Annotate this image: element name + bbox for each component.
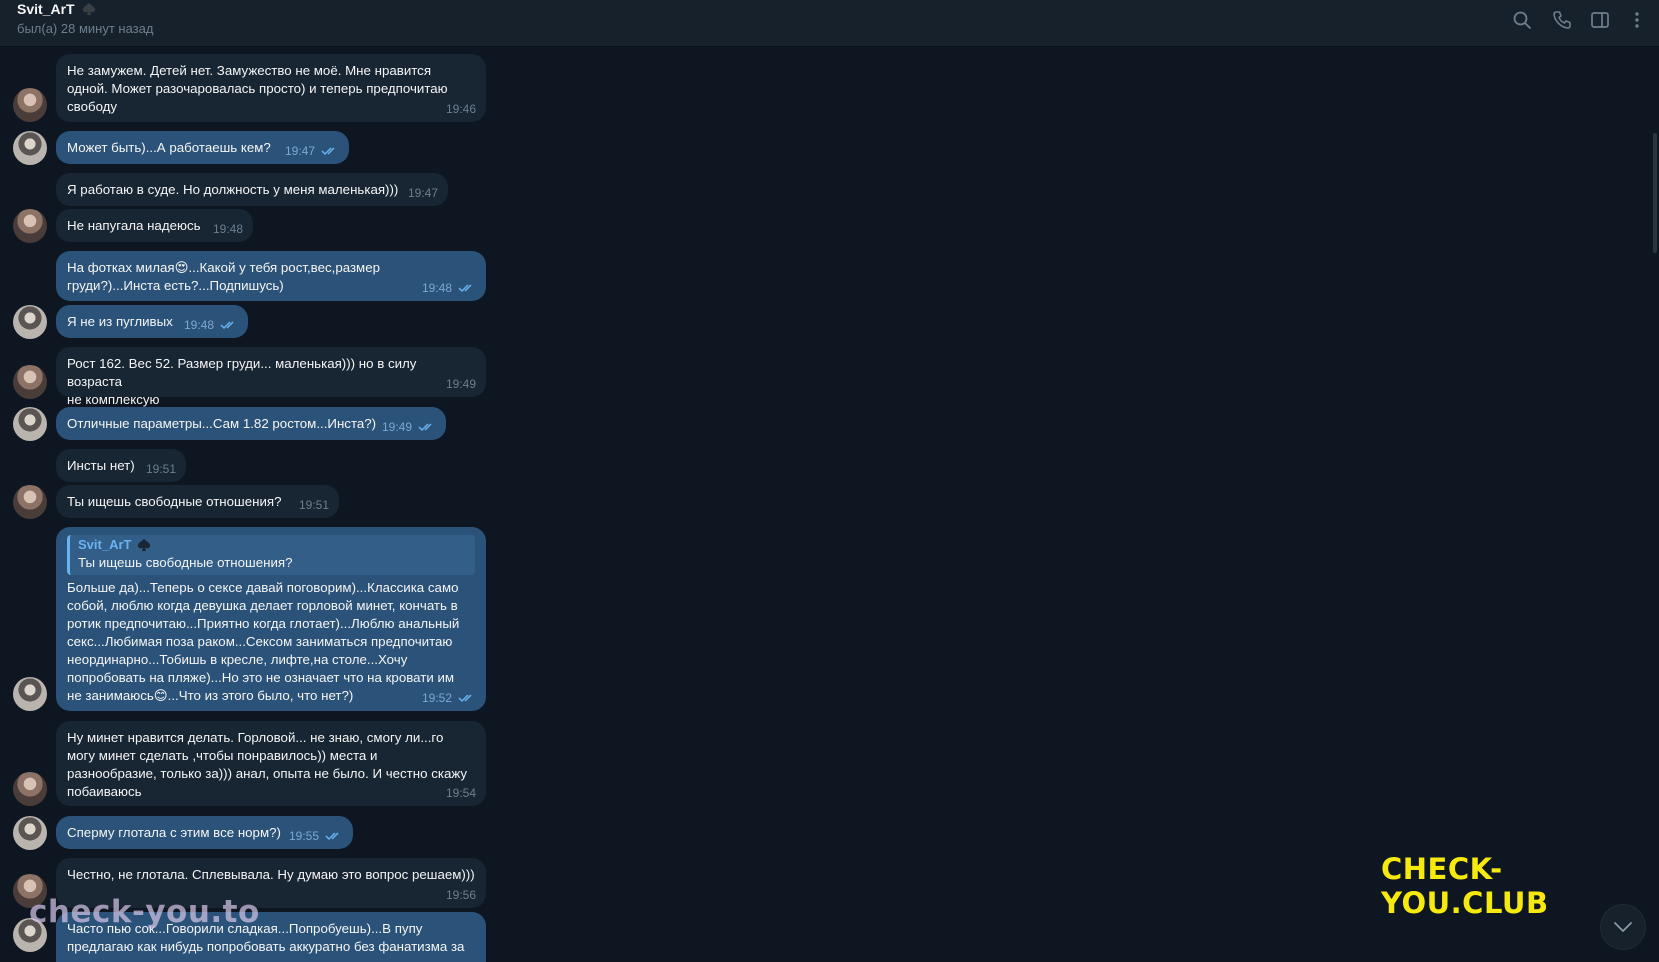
message-text: Ты ищешь свободные отношения? <box>67 494 282 509</box>
avatar[interactable] <box>13 485 47 519</box>
message-text: Отличные параметры...Сам 1.82 ростом...И… <box>67 416 377 431</box>
message-time: 19:48 <box>212 222 243 236</box>
message-time: 19:55 <box>288 829 319 843</box>
last-seen-status: был(а) 28 минут назад <box>17 21 154 36</box>
avatar[interactable] <box>13 407 47 441</box>
message-bubble-outgoing[interactable]: На фотках милая😍...Какой у тебя рост,вес… <box>56 251 486 301</box>
message-bubble-outgoing[interactable]: Svit_ArT Ты ищешь свободные отношения? Б… <box>56 527 486 711</box>
message-text: Ну минет нравится делать. Горловой... не… <box>67 730 468 799</box>
message-text: Больше да)...Теперь о сексе давай погово… <box>67 580 460 703</box>
message-time: 19:48 <box>183 318 214 332</box>
spade-icon <box>138 539 151 551</box>
reply-text: Ты ищешь свободные отношения? <box>78 555 293 570</box>
message-text: Я работаю в суде. Но должность у меня ма… <box>67 182 399 197</box>
avatar[interactable] <box>13 816 47 850</box>
avatar[interactable] <box>13 88 47 122</box>
message-text: Честно, не глотала. Сплевывала. Ну думаю… <box>67 867 475 882</box>
message-bubble-outgoing[interactable]: Я не из пугливых 19:48 <box>56 305 248 338</box>
message-time: 19:48 <box>421 281 452 295</box>
spade-icon <box>82 3 95 15</box>
message-bubble-incoming[interactable]: Не напугала надеюсь 19:48 <box>56 209 253 242</box>
message-bubble-incoming[interactable]: Не замужем. Детей нет. Замужество не моё… <box>56 54 486 122</box>
avatar[interactable] <box>13 365 47 399</box>
message-text: Рост 162. Вес 52. Размер груди... малень… <box>67 356 417 407</box>
avatar[interactable] <box>13 209 47 243</box>
message-bubble-outgoing[interactable]: Может быть)...А работаешь кем? 19:47 <box>56 131 349 164</box>
message-bubble-outgoing[interactable]: Сперму глотала с этим все норм?) 19:55 <box>56 816 353 849</box>
more-vert-icon[interactable] <box>1627 10 1647 30</box>
chat-title[interactable]: Svit_ArT <box>17 1 97 17</box>
reply-author: Svit_ArT <box>78 536 467 554</box>
read-check-icon <box>418 423 432 432</box>
message-text: Не замужем. Детей нет. Замужество не моё… <box>67 63 448 114</box>
read-check-icon <box>325 832 339 841</box>
sidebar-toggle-icon[interactable] <box>1590 10 1610 30</box>
read-check-icon <box>458 694 472 703</box>
read-check-icon <box>321 147 335 156</box>
message-time: 19:49 <box>445 377 476 391</box>
chat-title-text[interactable]: Svit_ArT <box>17 1 75 17</box>
search-icon[interactable] <box>1512 10 1532 30</box>
avatar[interactable] <box>13 131 47 165</box>
message-bubble-incoming[interactable]: Инсты нет) 19:51 <box>56 449 186 482</box>
message-time: 19:51 <box>145 462 176 476</box>
message-time: 19:47 <box>407 186 438 200</box>
message-bubble-incoming[interactable]: Рост 162. Вес 52. Размер груди... малень… <box>56 347 486 407</box>
read-check-icon <box>220 321 234 330</box>
message-time: 19:49 <box>381 420 412 434</box>
watermark-check-you-to: check-you.to <box>29 894 260 930</box>
scrollbar[interactable] <box>1653 133 1657 253</box>
avatar[interactable] <box>13 772 47 806</box>
chat-header: Svit_ArT был(а) 28 минут назад <box>0 0 1659 47</box>
reply-quote[interactable]: Svit_ArT Ты ищешь свободные отношения? <box>67 535 475 575</box>
message-bubble-incoming[interactable]: Ну минет нравится делать. Горловой... не… <box>56 721 486 806</box>
message-time: 19:51 <box>298 498 329 512</box>
phone-icon[interactable] <box>1552 10 1572 30</box>
message-time: 19:52 <box>421 691 452 705</box>
avatar[interactable] <box>13 677 47 711</box>
message-bubble-outgoing[interactable]: Отличные параметры...Сам 1.82 ростом...И… <box>56 407 446 440</box>
message-time: 19:54 <box>445 786 476 800</box>
watermark-check-you-club: CHECK-YOU.CLUB <box>1381 852 1549 920</box>
message-bubble-incoming[interactable]: Ты ищешь свободные отношения? 19:51 <box>56 485 339 518</box>
message-time: 19:56 <box>445 888 476 902</box>
message-text: На фотках милая😍...Какой у тебя рост,вес… <box>67 260 380 293</box>
read-check-icon <box>458 284 472 293</box>
message-bubble-incoming[interactable]: Я работаю в суде. Но должность у меня ма… <box>56 173 448 206</box>
message-time: 19:47 <box>284 144 315 158</box>
message-list[interactable]: Не замужем. Детей нет. Замужество не моё… <box>0 47 1659 962</box>
scroll-down-icon <box>1614 922 1632 932</box>
message-time: 19:46 <box>445 102 476 116</box>
avatar[interactable] <box>13 305 47 339</box>
